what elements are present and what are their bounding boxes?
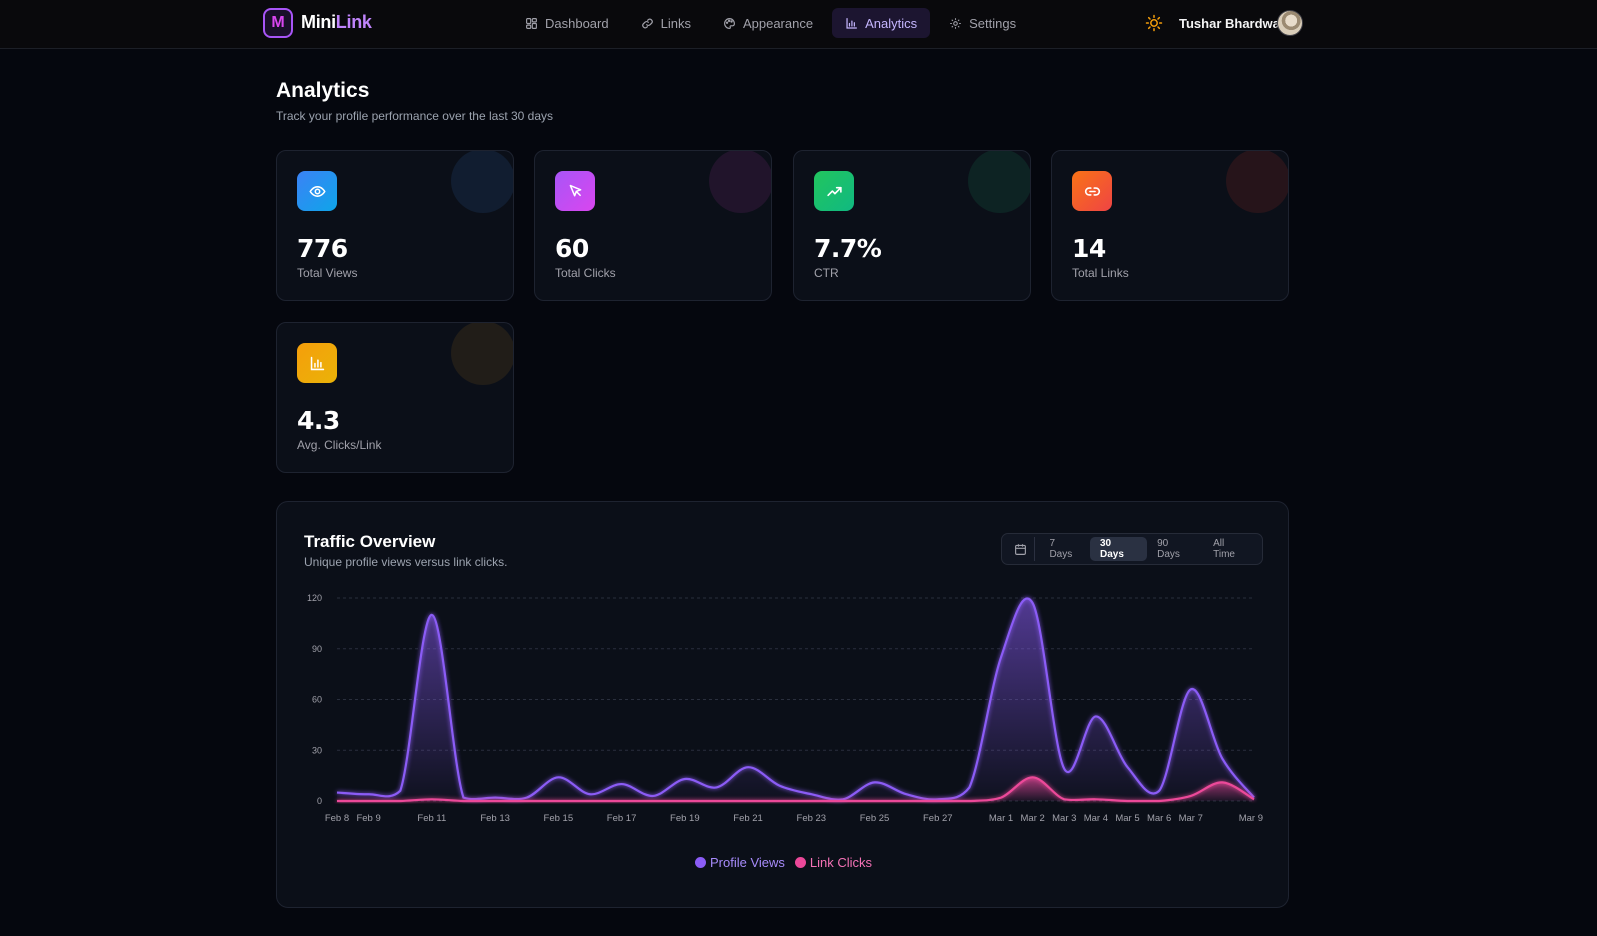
nav-label: Settings	[969, 15, 1017, 31]
page-subtitle: Track your profile performance over the …	[276, 109, 554, 123]
stat-label: CTR	[814, 266, 839, 280]
x-tick-label: Feb 11	[417, 813, 446, 824]
logo-icon[interactable]: M	[263, 8, 293, 38]
x-tick-label: Feb 15	[544, 813, 574, 824]
decorative-blob	[968, 151, 1030, 213]
stat-icon-badge	[297, 171, 337, 211]
app-name-part-1: Mini	[301, 12, 336, 32]
stat-card-total-views: 776 Total Views	[276, 150, 514, 301]
stat-label: Avg. Clicks/Link	[297, 438, 382, 452]
eye-icon	[308, 185, 326, 197]
y-tick-label: 90	[312, 644, 322, 654]
palette-icon	[724, 17, 735, 29]
decorative-blob	[1226, 151, 1288, 213]
stat-card-ctr: 7.7% CTR	[793, 150, 1031, 301]
x-tick-label: Feb 19	[670, 813, 700, 824]
nav-item-analytics[interactable]: Analytics	[832, 8, 931, 38]
nav-item-links[interactable]: Links	[628, 8, 704, 38]
sun-icon[interactable]	[1145, 14, 1163, 32]
stat-icon-badge	[1072, 171, 1112, 211]
legend-label: Link Clicks	[809, 855, 873, 870]
x-tick-label: Feb 25	[860, 813, 890, 824]
stat-card-total-clicks: 60 Total Clicks	[534, 150, 772, 301]
x-tick-label: Feb 21	[733, 813, 763, 824]
x-tick-label: Mar 1	[989, 813, 1013, 824]
x-tick-label: Mar 9	[1239, 813, 1263, 824]
stat-icon-badge	[814, 171, 854, 211]
traffic-overview-card: Traffic Overview Unique profile views ve…	[276, 501, 1289, 908]
bar-chart-icon	[846, 17, 858, 29]
stat-card-avg-clicks-per-link: 4.3 Avg. Clicks/Link	[276, 322, 514, 473]
chart-legend: Profile Views Link Clicks	[277, 855, 1290, 870]
x-tick-label: Feb 9	[356, 813, 380, 824]
nav-label: Dashboard	[545, 15, 609, 31]
stat-value: 14	[1072, 234, 1106, 263]
nav-item-settings[interactable]: Settings	[936, 8, 1029, 38]
legend-item-profile-views[interactable]: Profile Views	[694, 855, 785, 870]
stat-value: 60	[555, 234, 589, 263]
y-tick-label: 0	[317, 796, 322, 806]
user-name[interactable]: Tushar Bhardwaj	[1179, 16, 1284, 31]
link-icon	[1084, 186, 1100, 196]
trending-up-icon	[826, 186, 842, 196]
y-tick-label: 120	[307, 593, 322, 603]
decorative-blob	[709, 151, 771, 213]
stat-label: Total Clicks	[555, 266, 616, 280]
cursor-icon	[569, 184, 581, 197]
top-navigation-bar: M MiniLink Dashboard Links Appearance An…	[0, 0, 1597, 49]
stat-value: 7.7%	[814, 234, 882, 263]
y-tick-label: 30	[312, 745, 322, 755]
dashboard-icon	[526, 17, 537, 29]
stat-icon-badge	[555, 171, 595, 211]
x-tick-label: Feb 8	[325, 813, 349, 824]
x-tick-label: Mar 2	[1021, 813, 1045, 824]
x-tick-label: Mar 7	[1179, 813, 1203, 824]
legend-swatch	[794, 857, 806, 868]
legend-label: Profile Views	[709, 855, 785, 870]
main-nav: Dashboard Links Appearance Analytics Set…	[512, 8, 1029, 38]
avatar[interactable]	[1277, 10, 1303, 36]
link-icon	[641, 18, 653, 28]
app-name[interactable]: MiniLink	[301, 12, 372, 33]
gear-icon	[950, 17, 961, 29]
nav-label: Links	[660, 15, 691, 31]
x-tick-label: Feb 13	[480, 813, 510, 824]
traffic-chart: 0 30 60 90 120 Feb 8 Feb 9 Feb 11 Feb 13 Feb 15 Fe…	[307, 593, 1263, 824]
bar-chart-icon	[310, 356, 324, 370]
app-name-part-2: Link	[335, 12, 372, 32]
legend-item-link-clicks[interactable]: Link Clicks	[794, 855, 873, 870]
stat-value: 4.3	[297, 406, 340, 435]
x-tick-label: Mar 4	[1084, 813, 1108, 824]
x-tick-label: Feb 23	[797, 813, 827, 824]
decorative-blob	[451, 151, 513, 213]
nav-label: Appearance	[742, 15, 814, 31]
nav-item-appearance[interactable]: Appearance	[710, 8, 826, 38]
x-tick-label: Mar 5	[1115, 813, 1139, 824]
stat-card-total-links: 14 Total Links	[1051, 150, 1289, 301]
nav-label: Analytics	[865, 15, 918, 31]
stat-label: Total Links	[1072, 266, 1129, 280]
x-tick-label: Feb 27	[923, 813, 953, 824]
stat-label: Total Views	[297, 266, 358, 280]
legend-swatch	[694, 857, 706, 868]
y-tick-label: 60	[312, 695, 322, 705]
decorative-blob	[451, 323, 513, 385]
stat-value: 776	[297, 234, 348, 263]
page-title: Analytics	[276, 79, 370, 102]
x-tick-label: Feb 17	[607, 813, 637, 824]
x-tick-label: Mar 6	[1147, 813, 1171, 824]
x-tick-label: Mar 3	[1052, 813, 1076, 824]
stat-icon-badge	[297, 343, 337, 383]
nav-item-dashboard[interactable]: Dashboard	[512, 8, 622, 38]
